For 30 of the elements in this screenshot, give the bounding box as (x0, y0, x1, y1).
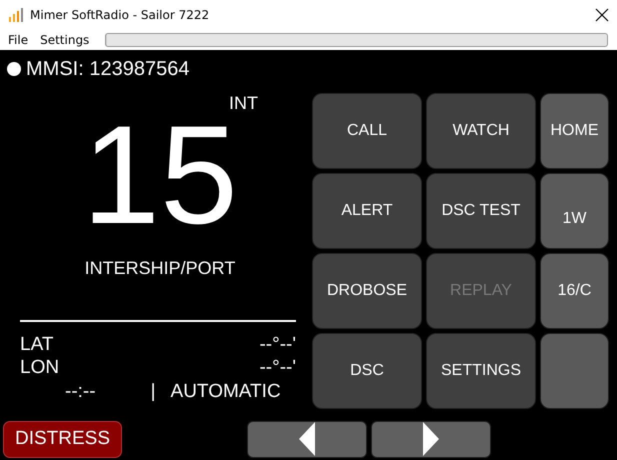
right-arrow-button[interactable] (371, 420, 491, 458)
function-button[interactable]: WATCH (426, 93, 536, 169)
mode-value: AUTOMATIC (170, 381, 281, 403)
coordinate-value: --°--' (259, 334, 296, 356)
window-title: Mimer SoftRadio - Sailor 7222 (30, 8, 210, 22)
app-icon (8, 8, 24, 22)
menu-item[interactable]: File (2, 33, 34, 47)
function-button[interactable]: HOME (540, 93, 609, 169)
distress-button[interactable]: DISTRESS (3, 420, 122, 458)
status-dot (7, 62, 21, 76)
left-arrow-button[interactable] (247, 420, 367, 458)
right-arrow-icon (423, 422, 439, 456)
mmsi-label: MMSI: 123987564 (26, 58, 190, 80)
separator: | (150, 381, 156, 403)
function-button[interactable]: DSC TEST (426, 173, 536, 249)
function-button[interactable]: 1W (540, 173, 609, 249)
close-icon[interactable] (595, 8, 609, 22)
function-button[interactable]: DSC (312, 333, 422, 409)
coordinate-value: --°--' (259, 357, 296, 379)
function-button[interactable]: CALL (312, 93, 422, 169)
function-button[interactable]: DROBOSE (312, 253, 422, 329)
coordinate-label: LON (20, 357, 60, 379)
channel-name: INTERSHIP/PORT (84, 258, 236, 279)
function-button[interactable]: SETTINGS (426, 333, 536, 409)
function-button[interactable]: ALERT (312, 173, 422, 249)
time-value: --:-- (65, 381, 96, 403)
left-arrow-icon (299, 422, 315, 456)
menu-item[interactable]: Settings (34, 33, 96, 47)
function-button[interactable]: 16/C (540, 253, 609, 329)
coordinate-label: LAT (20, 334, 54, 356)
